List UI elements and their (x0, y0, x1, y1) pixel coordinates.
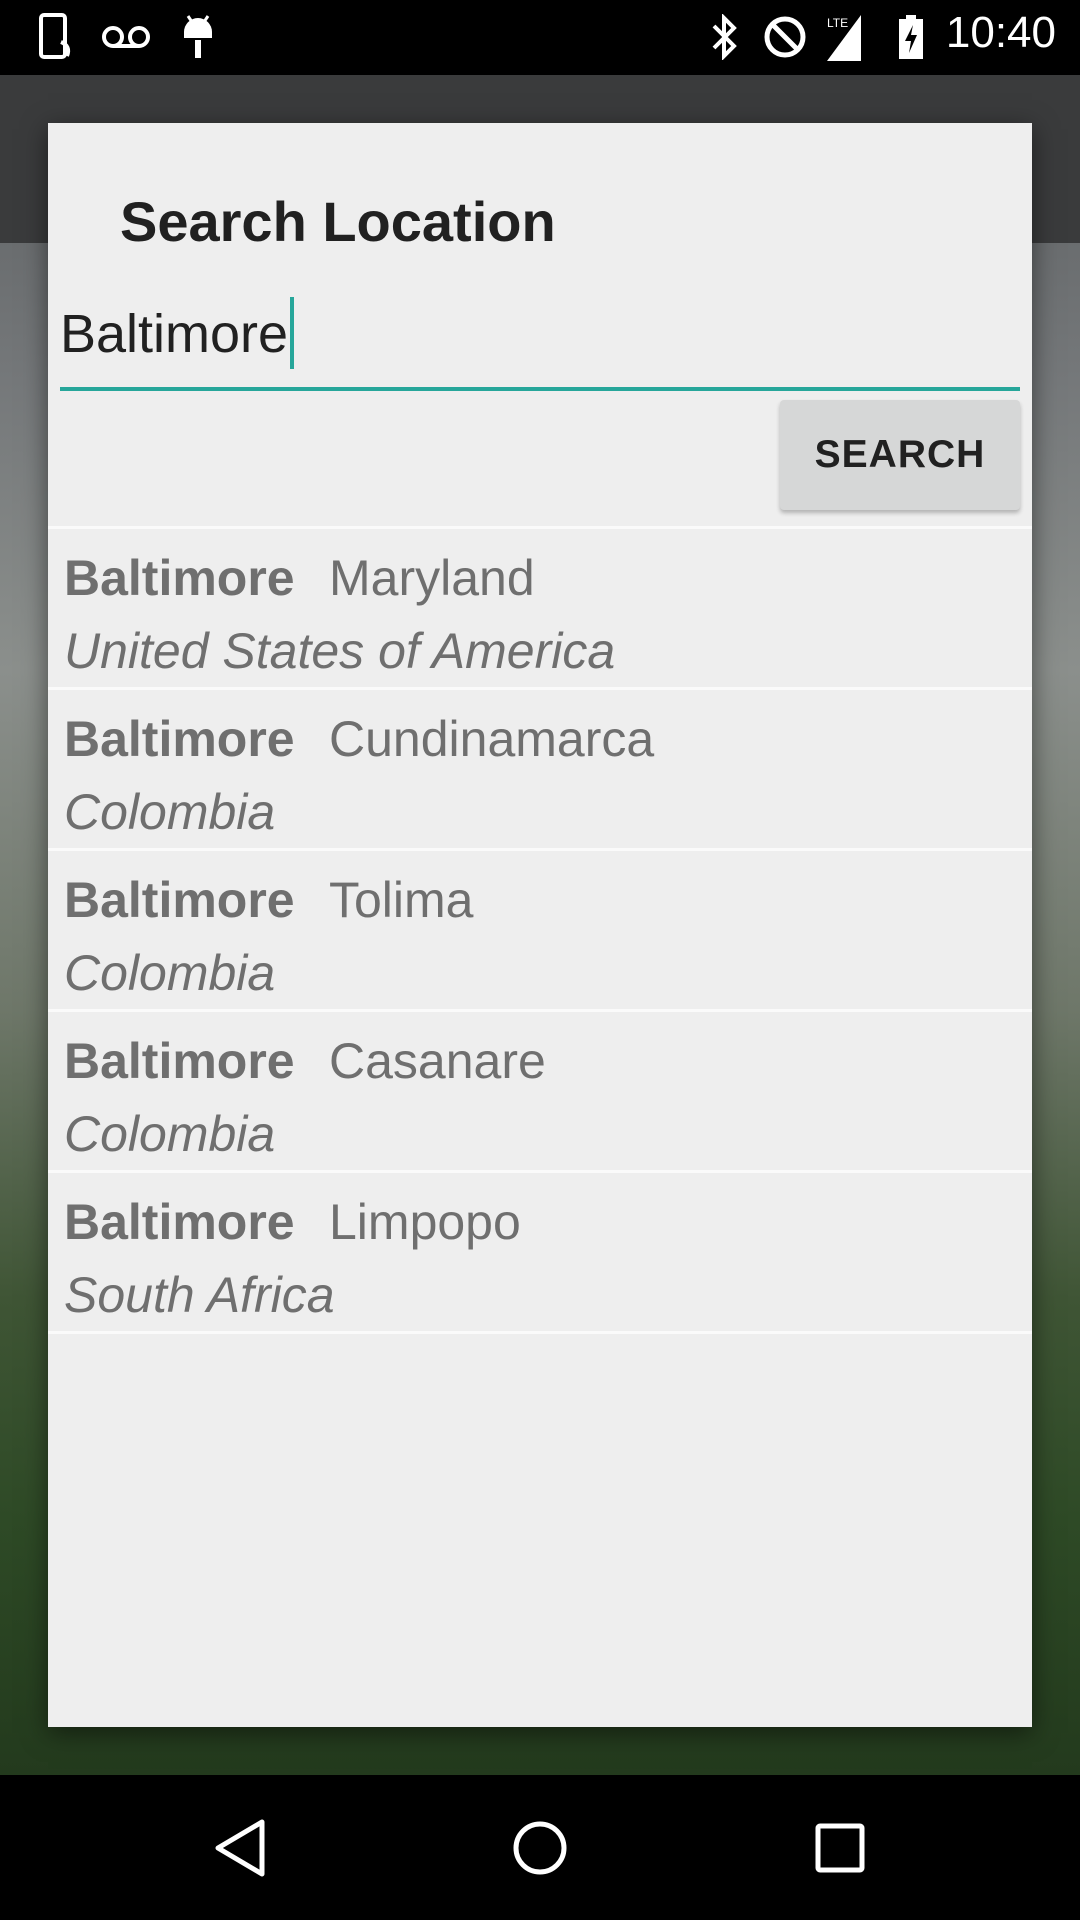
svg-text:LTE: LTE (827, 16, 848, 30)
result-region: Maryland (329, 550, 535, 606)
phone-sync-icon (34, 12, 80, 62)
list-item[interactable]: Baltimore Casanare Colombia (48, 1009, 1032, 1170)
results-list: Baltimore Maryland United States of Amer… (48, 526, 1032, 1334)
result-region: Casanare (329, 1033, 546, 1089)
dialog-title: Search Location (120, 190, 556, 253)
search-input[interactable]: Baltimore (60, 273, 1020, 391)
search-button[interactable]: SEARCH (780, 400, 1020, 510)
navigation-bar (0, 1776, 1080, 1920)
result-city: Baltimore (64, 1194, 295, 1250)
result-city: Baltimore (64, 550, 295, 606)
status-bar: LTE 10:40 (0, 0, 1080, 75)
list-item[interactable]: Baltimore Limpopo South Africa (48, 1170, 1032, 1331)
result-country: Colombia (64, 1106, 276, 1162)
result-country: Colombia (64, 784, 276, 840)
result-country: South Africa (64, 1267, 335, 1323)
list-item[interactable]: Baltimore Tolima Colombia (48, 848, 1032, 1009)
android-debug-icon (178, 12, 218, 62)
home-icon[interactable] (500, 1808, 580, 1888)
list-item[interactable]: Baltimore Maryland United States of Amer… (48, 526, 1032, 687)
recents-icon[interactable] (800, 1808, 880, 1888)
search-input-value[interactable]: Baltimore (60, 303, 288, 365)
list-item[interactable]: Baltimore Cundinamarca Colombia (48, 687, 1032, 848)
result-city: Baltimore (64, 711, 295, 767)
result-region: Limpopo (329, 1194, 521, 1250)
status-time: 10:40 (945, 8, 1056, 57)
lte-signal-icon: LTE (826, 12, 862, 62)
voicemail-icon (100, 12, 152, 62)
result-country: United States of America (64, 623, 616, 679)
result-city: Baltimore (64, 1033, 295, 1089)
do-not-disturb-icon (760, 12, 810, 62)
bluetooth-icon (708, 12, 742, 62)
list-divider (48, 1331, 1032, 1334)
result-city: Baltimore (64, 872, 295, 928)
back-icon[interactable] (200, 1808, 280, 1888)
search-location-dialog: Search Location Baltimore SEARCH Baltimo… (48, 123, 1032, 1727)
text-cursor (290, 297, 295, 369)
battery-charging-icon (896, 12, 926, 62)
result-region: Tolima (329, 872, 474, 928)
result-region: Cundinamarca (329, 711, 655, 767)
result-country: Colombia (64, 945, 276, 1001)
